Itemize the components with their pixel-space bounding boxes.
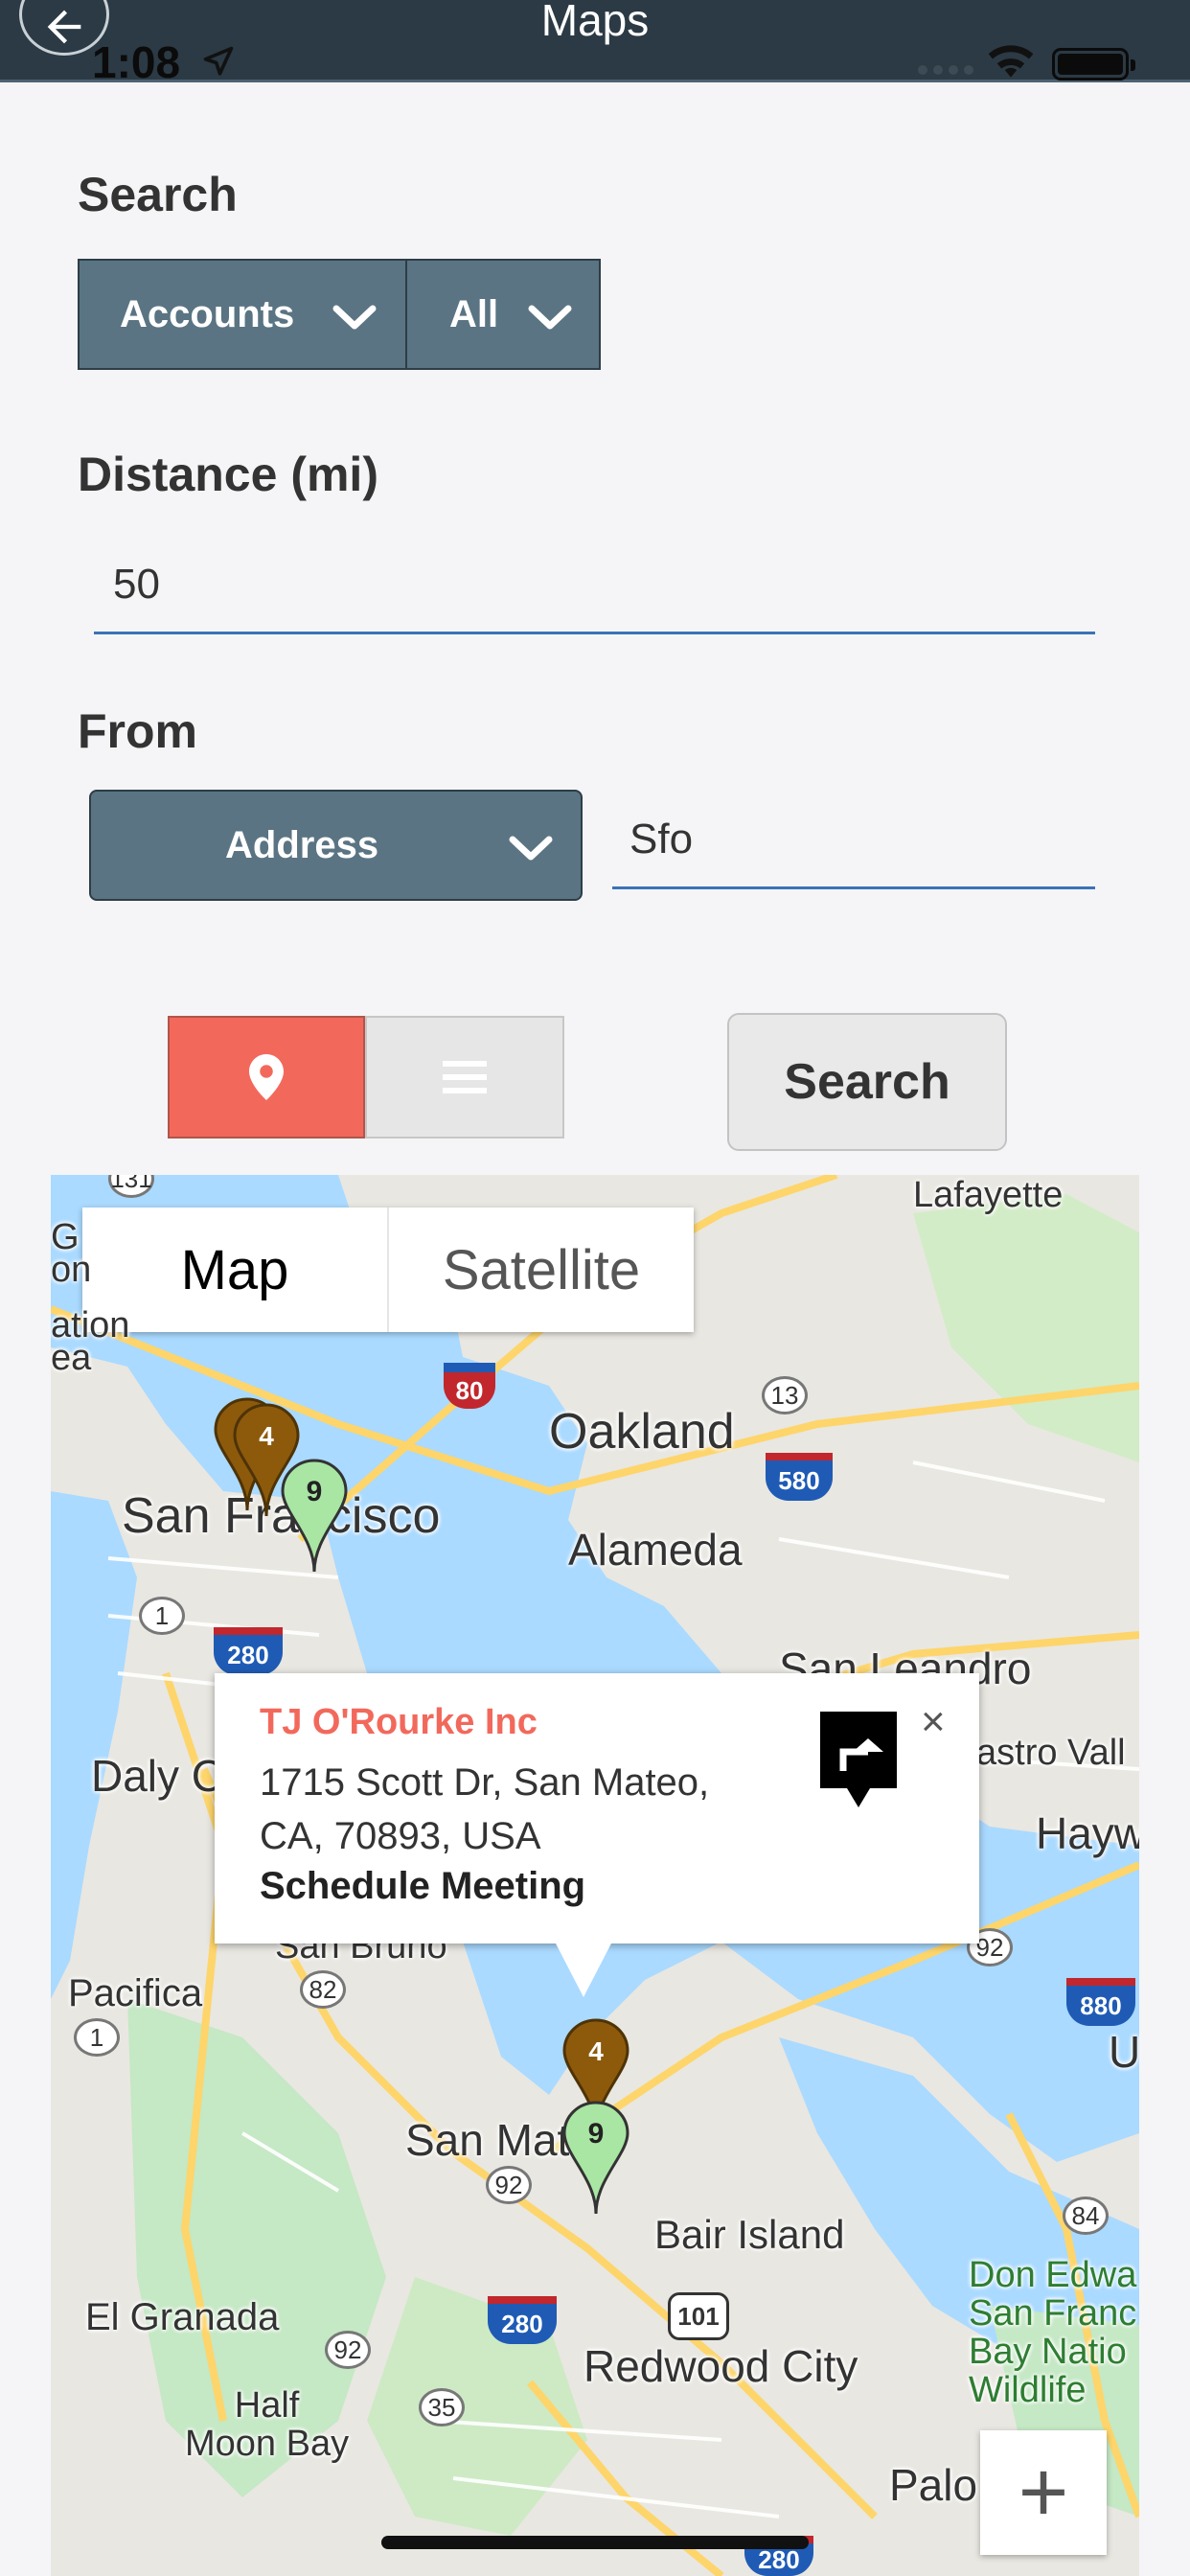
highway-shield: 84: [1063, 2196, 1109, 2235]
pin-label: 9: [588, 2118, 605, 2150]
from-mode-dropdown[interactable]: Address: [89, 790, 583, 901]
battery-icon: [1052, 48, 1135, 80]
filter-dropdown[interactable]: All: [405, 259, 601, 370]
map-type-control[interactable]: Map Satellite: [82, 1208, 694, 1332]
map-pin-icon: [249, 1054, 284, 1100]
address-input[interactable]: Sfo: [612, 795, 1095, 889]
chevron-down-icon: [332, 305, 377, 330]
object-type-dropdown[interactable]: Accounts: [78, 259, 407, 370]
highway-shield: 1: [139, 1597, 185, 1635]
search-button[interactable]: Search: [727, 1013, 1007, 1151]
highway-shield: 1: [74, 2018, 120, 2057]
highway-shield: 280: [214, 1627, 283, 1675]
distance-input[interactable]: 50: [94, 537, 1095, 634]
place-label: Don Edwa San Franc Bay Natio Wildlife: [969, 2255, 1137, 2410]
signal-icon: [918, 65, 973, 75]
place-label: Half Moon Bay: [185, 2385, 350, 2464]
map-pin-icon[interactable]: 9: [562, 2101, 629, 2214]
object-type-value: Accounts: [120, 292, 295, 335]
highway-shield: 280: [488, 2296, 557, 2344]
distance-label: Distance (mi): [78, 448, 378, 501]
place-label: Haywar: [1036, 1808, 1139, 1858]
close-icon[interactable]: ×: [921, 1698, 946, 1746]
place-label: ation ea: [51, 1305, 130, 1378]
highway-shield: 13: [762, 1376, 808, 1414]
place-label: Daly C: [91, 1751, 224, 1801]
map-type-satellite[interactable]: Satellite: [389, 1208, 694, 1332]
pin-label: 4: [588, 2036, 604, 2066]
place-label: El Granada: [85, 2296, 280, 2338]
place-label: Bair Island: [654, 2212, 845, 2257]
from-label: From: [78, 704, 197, 758]
map-view-toggle[interactable]: [168, 1016, 365, 1138]
place-label: Oakland: [549, 1404, 735, 1460]
info-window: TJ O'Rourke Inc 1715 Scott Dr, San Mateo…: [215, 1673, 979, 1997]
map-pin-icon: 9: [281, 1459, 348, 1572]
place-label: Redwood City: [584, 2341, 858, 2391]
wifi-icon: [988, 45, 1034, 78]
place-label: Lafayette: [913, 1175, 1064, 1215]
highway-shield: 101: [668, 2292, 729, 2340]
map-view[interactable]: Map Satellite Lafayette Oakland San Fran…: [51, 1175, 1139, 2576]
account-name-link[interactable]: TJ O'Rourke Inc: [260, 1702, 538, 1743]
location-arrow-icon: [203, 46, 234, 76]
status-time: 1:08: [92, 37, 181, 87]
schedule-meeting-link[interactable]: Schedule Meeting: [260, 1865, 585, 1908]
search-label: Search: [78, 168, 238, 221]
directions-icon[interactable]: [816, 1708, 901, 1811]
highway-shield: 82: [300, 1970, 346, 2009]
highway-shield: 92: [325, 2331, 371, 2369]
place-label: astro Vall: [976, 1733, 1126, 1773]
highway-shield: 92: [486, 2166, 532, 2204]
chevron-down-icon: [509, 836, 553, 861]
pin-label: 9: [307, 1476, 323, 1507]
pin-label: 4: [259, 1421, 274, 1451]
app-header: Maps 1:08: [0, 0, 1190, 87]
zoom-in-button[interactable]: +: [980, 2430, 1107, 2555]
place-label: Pacifica: [68, 1972, 203, 2014]
place-label: Alameda: [568, 1525, 743, 1575]
highway-shield: 580: [766, 1453, 833, 1501]
highway-shield: 80: [444, 1363, 495, 1409]
place-label: G on: [51, 1217, 92, 1290]
place-label: San Mat: [405, 2115, 570, 2165]
chevron-down-icon: [528, 305, 572, 330]
place-label: Unic: [1109, 2027, 1139, 2077]
list-view-toggle[interactable]: [365, 1016, 564, 1138]
highway-shield: 880: [1066, 1978, 1135, 2026]
list-icon: [443, 1061, 487, 1093]
from-mode-value: Address: [225, 823, 379, 866]
filter-value: All: [449, 292, 499, 335]
highway-shield: 35: [419, 2388, 465, 2426]
distance-value: 50: [113, 561, 160, 608]
address-value: Sfo: [629, 816, 694, 862]
account-address: 1715 Scott Dr, San Mateo, CA, 70893, USA: [260, 1761, 710, 1857]
home-indicator: [381, 2536, 809, 2549]
